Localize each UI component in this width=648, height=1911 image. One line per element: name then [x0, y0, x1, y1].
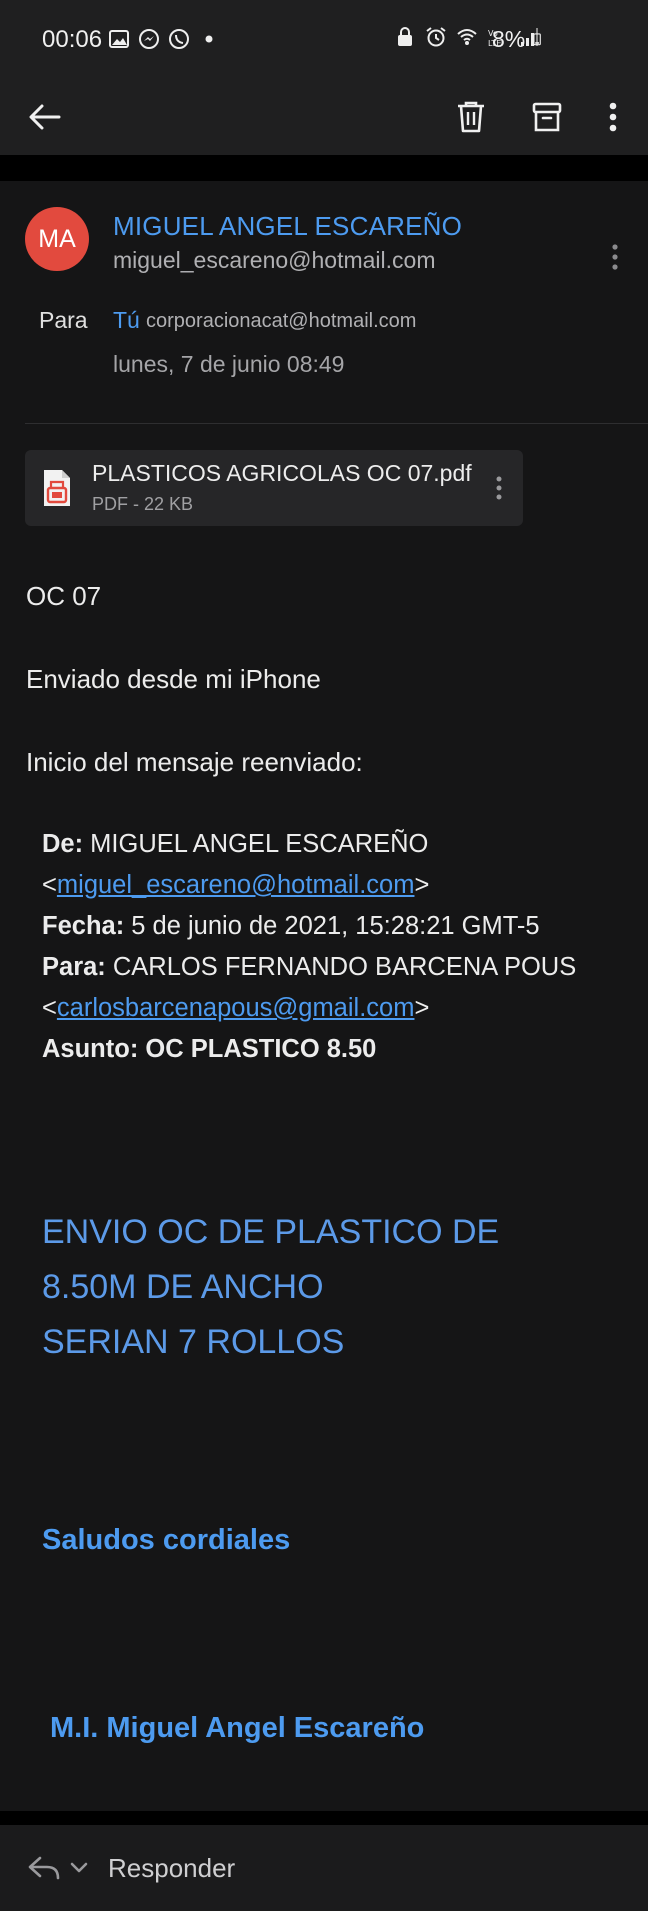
- sender-name[interactable]: MIGUEL ANGEL ESCAREÑO: [113, 211, 462, 242]
- more-vert-icon: [609, 102, 617, 132]
- email-date: lunes, 7 de junio 08:49: [113, 351, 345, 377]
- body-line: Enviado desde mi iPhone: [26, 664, 321, 694]
- sender-more-button[interactable]: [600, 237, 630, 277]
- archive-icon: [532, 102, 562, 132]
- battery-level: 8%: [492, 26, 526, 52]
- message-line: SERIAN 7 ROLLOS: [42, 1323, 345, 1361]
- body-line: Inicio del mensaje reenviado:: [26, 747, 363, 777]
- chevron-down-icon[interactable]: [68, 1857, 90, 1879]
- to-email-link[interactable]: carlosbarcenapous@gmail.com: [57, 994, 415, 1022]
- greeting: Saludos cordiales: [42, 1524, 291, 1556]
- more-vert-icon: [496, 476, 502, 500]
- wifi-icon: [457, 29, 477, 45]
- lock-icon: [398, 27, 412, 46]
- forwarded-from-email: <miguel_escareno@hotmail.com>: [42, 871, 430, 899]
- avatar[interactable]: MA: [25, 207, 89, 271]
- body-line: OC 07: [26, 581, 102, 611]
- forwarded-subject: Asunto: OC PLASTICO 8.50: [42, 1035, 376, 1064]
- message-line: ENVIO OC DE PLASTICO DE: [42, 1213, 500, 1251]
- back-button[interactable]: [20, 92, 70, 142]
- messenger-icon: [139, 29, 159, 49]
- more-options-button[interactable]: [588, 92, 638, 142]
- to-label: Para:: [42, 953, 106, 981]
- reply-button[interactable]: Responder: [108, 1853, 235, 1884]
- recipient-address[interactable]: corporacionacat@hotmail.com: [146, 310, 416, 333]
- divider: [0, 155, 648, 181]
- from-name: MIGUEL ANGEL ESCAREÑO: [83, 830, 429, 858]
- reply-bar[interactable]: Responder: [0, 1825, 648, 1911]
- forwarded-date: Fecha: 5 de junio de 2021, 15:28:21 GMT-…: [42, 912, 540, 941]
- reply-icon[interactable]: [27, 1853, 61, 1883]
- divider: [0, 1811, 648, 1825]
- sender-email[interactable]: miguel_escareno@hotmail.com: [113, 247, 436, 274]
- subject-value: OC PLASTICO 8.50: [138, 1035, 377, 1063]
- recipient-you[interactable]: Tú: [113, 307, 140, 334]
- back-arrow-icon: [29, 104, 61, 130]
- to-label: Para: [39, 307, 88, 333]
- image-icon: [109, 30, 129, 48]
- alarm-icon: [426, 27, 446, 47]
- date-label: Fecha:: [42, 912, 125, 940]
- subject-label: Asunto:: [42, 1035, 139, 1063]
- trash-icon: [458, 101, 484, 133]
- attachment-more-button[interactable]: [487, 468, 511, 508]
- forwarded-to-email: <carlosbarcenapous@gmail.com>: [42, 994, 430, 1022]
- divider: [25, 423, 648, 424]
- archive-button[interactable]: [522, 92, 572, 142]
- more-vert-icon: [612, 244, 618, 270]
- status-bar: 00:06 Vo LTE 8%: [0, 0, 648, 80]
- attachment-card[interactable]: PLASTICOS AGRICOLAS OC 07.pdf PDF - 22 K…: [25, 450, 523, 526]
- forwarded-to: Para: CARLOS FERNANDO BARCENA POUS: [42, 953, 576, 982]
- message-line: 8.50M DE ANCHO: [42, 1268, 324, 1306]
- attachment-filename: PLASTICOS AGRICOLAS OC 07.pdf: [92, 460, 472, 486]
- date-value: 5 de junio de 2021, 15:28:21 GMT-5: [124, 912, 540, 940]
- delete-button[interactable]: [446, 92, 496, 142]
- from-label: De:: [42, 830, 84, 858]
- email-content: MA MIGUEL ANGEL ESCAREÑO miguel_escareno…: [0, 181, 648, 1811]
- app-bar: [0, 80, 648, 155]
- dot-icon: [205, 35, 213, 43]
- attachment-meta: PDF - 22 KB: [92, 494, 194, 514]
- whatsapp-icon: [169, 29, 189, 49]
- pdf-file-icon: [44, 470, 70, 506]
- to-name: CARLOS FERNANDO BARCENA POUS: [105, 953, 577, 981]
- battery-icon: [532, 33, 541, 46]
- signature: M.I. Miguel Angel Escareño: [50, 1712, 425, 1744]
- from-email-link[interactable]: miguel_escareno@hotmail.com: [57, 871, 415, 899]
- status-time: 00:06: [42, 26, 103, 53]
- forwarded-from: De: MIGUEL ANGEL ESCAREÑO: [42, 830, 428, 859]
